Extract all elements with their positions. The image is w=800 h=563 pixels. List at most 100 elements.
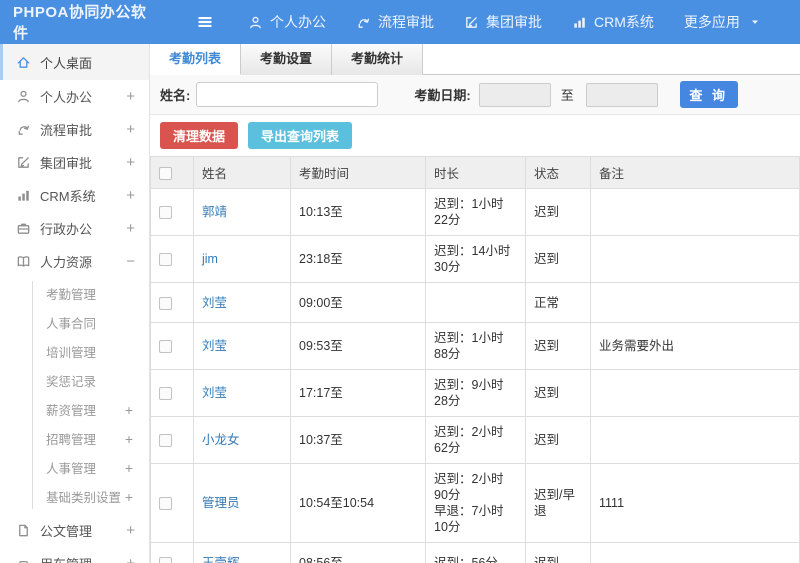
- duration-cell: 迟到：2小时90分 早退：7小时10分: [425, 463, 526, 543]
- row-checkbox-cell: [150, 322, 194, 370]
- tab-考勤统计[interactable]: 考勤统计: [332, 44, 424, 75]
- export-list-button[interactable]: 导出查询列表: [248, 122, 353, 149]
- status-cell: 迟到/早退: [525, 463, 591, 543]
- sidebar-subitem[interactable]: 人事合同: [0, 308, 149, 337]
- name-link[interactable]: 刘莹: [202, 339, 227, 353]
- expand-toggle-icon[interactable]: +: [126, 556, 135, 563]
- sidebar-subitem[interactable]: 人事管理 +: [0, 453, 149, 482]
- sidebar-subitem-label: 奖惩记录: [46, 375, 97, 389]
- tab-考勤设置[interactable]: 考勤设置: [241, 44, 333, 75]
- sidebar-item-label: 集团审批: [40, 156, 93, 171]
- name-input[interactable]: [196, 82, 379, 107]
- duration-line: 迟到：14小时30分: [434, 244, 511, 274]
- status-cell: 正常: [525, 282, 591, 323]
- flow-icon: [16, 122, 31, 137]
- sidebar-subitem-label: 培训管理: [46, 346, 97, 360]
- row-checkbox[interactable]: [159, 556, 172, 563]
- sidebar-item-label: 用车管理: [40, 554, 92, 563]
- duration-line: 迟到：2小时90分: [434, 472, 504, 502]
- sidebar-item[interactable]: CRM系统 +: [0, 179, 149, 212]
- sidebar-item[interactable]: 流程审批 +: [0, 113, 149, 146]
- note-cell: 业务需要外出: [590, 322, 800, 370]
- expand-toggle-icon[interactable]: +: [126, 89, 135, 104]
- row-checkbox[interactable]: [159, 497, 172, 511]
- row-checkbox[interactable]: [159, 340, 172, 354]
- expand-toggle-icon[interactable]: +: [125, 490, 133, 504]
- expand-toggle-icon[interactable]: +: [125, 432, 133, 446]
- table-row: 刘莹 17:17至 迟到：9小时28分 迟到: [150, 369, 800, 417]
- sidebar-item[interactable]: 集团审批 +: [0, 146, 149, 179]
- row-checkbox-cell: [150, 369, 194, 417]
- name-link[interactable]: 刘莹: [202, 296, 227, 310]
- select-all-checkbox[interactable]: [159, 166, 172, 180]
- name-link[interactable]: jim: [202, 252, 218, 266]
- name-link[interactable]: 管理员: [202, 496, 240, 510]
- sidebar-subitem[interactable]: 考勤管理: [0, 279, 149, 308]
- date-from-input[interactable]: [478, 82, 551, 107]
- note-cell: [590, 188, 800, 236]
- edit-icon: [464, 15, 479, 30]
- sidebar-submenu: 考勤管理 人事合同 培训管理 奖惩记录 薪资管理 + 招聘管理 + 人事管理 + 基础类别设置 +: [0, 278, 149, 514]
- car-icon: [16, 556, 31, 563]
- expand-toggle-icon[interactable]: −: [126, 254, 135, 269]
- tab-bar: 考勤列表 考勤设置 考勤统计: [150, 44, 800, 75]
- status-cell: 迟到: [525, 188, 591, 236]
- date-to-input[interactable]: [585, 82, 658, 107]
- table-row: 管理员 10:54至10:54 迟到：2小时90分 早退：7小时10分 迟到/早退 111…: [150, 463, 800, 543]
- name-link[interactable]: 小龙女: [202, 433, 240, 447]
- sidebar-item[interactable]: 个人桌面: [0, 44, 149, 80]
- name-link[interactable]: 王壹辉: [202, 556, 240, 563]
- sidebar-subitem-label: 人事管理: [46, 462, 97, 476]
- topnav-item[interactable]: 更多应用: [684, 12, 761, 32]
- status-cell: 迟到: [525, 322, 591, 370]
- topnav-item[interactable]: 流程审批: [356, 12, 434, 32]
- expand-toggle-icon[interactable]: +: [126, 122, 135, 137]
- note-cell: 1111: [590, 463, 800, 543]
- row-checkbox[interactable]: [159, 253, 172, 267]
- table-row: 王壹辉 08:56至 迟到：56分 迟到: [150, 542, 800, 563]
- sidebar-item[interactable]: 个人办公 +: [0, 80, 149, 113]
- sidebar-subitem[interactable]: 奖惩记录: [0, 366, 149, 395]
- sidebar-item-label: 个人桌面: [40, 55, 93, 71]
- sidebar-subitem[interactable]: 基础类别设置 +: [0, 482, 149, 511]
- row-checkbox[interactable]: [159, 387, 172, 401]
- topnav-item-label: 个人办公: [270, 14, 326, 30]
- sidebar-item[interactable]: 行政办公 +: [0, 212, 149, 245]
- sidebar-item[interactable]: 人力资源 −: [0, 245, 149, 278]
- topnav-item[interactable]: 个人办公: [248, 12, 326, 32]
- sidebar-item-label: 行政办公: [40, 222, 93, 237]
- topnav-item[interactable]: 集团审批: [464, 12, 542, 32]
- query-button[interactable]: 查 询: [679, 81, 738, 108]
- expand-toggle-icon[interactable]: +: [125, 461, 133, 475]
- expand-toggle-icon[interactable]: +: [125, 403, 133, 417]
- row-checkbox[interactable]: [159, 296, 172, 310]
- duration-cell: 迟到：1小时22分: [425, 188, 526, 236]
- top-nav: 个人办公 流程审批 集团审批 CRM系统 更多应用: [248, 12, 791, 32]
- table-row: 小龙女 10:37至 迟到：2小时62分 迟到: [150, 416, 800, 464]
- row-checkbox-cell: [150, 542, 194, 563]
- duration-line: 早退：7小时10分: [434, 504, 504, 534]
- sidebar-subitem[interactable]: 培训管理: [0, 337, 149, 366]
- sidebar-subitem[interactable]: 招聘管理 +: [0, 424, 149, 453]
- sidebar-subitem[interactable]: 薪资管理 +: [0, 395, 149, 424]
- name-link[interactable]: 刘莹: [202, 386, 227, 400]
- duration-cell: [425, 282, 526, 323]
- expand-toggle-icon[interactable]: +: [126, 188, 135, 203]
- expand-toggle-icon[interactable]: +: [126, 221, 135, 236]
- topnav-item[interactable]: CRM系统: [572, 12, 654, 32]
- row-checkbox[interactable]: [159, 434, 172, 448]
- expand-toggle-icon[interactable]: +: [126, 523, 135, 538]
- clear-data-button[interactable]: 清理数据: [160, 122, 239, 149]
- name-link[interactable]: 郭靖: [202, 205, 227, 219]
- name-cell: 王壹辉: [193, 542, 291, 563]
- duration-cell: 迟到：2小时62分: [425, 416, 526, 464]
- expand-toggle-icon[interactable]: +: [126, 155, 135, 170]
- sidebar-item[interactable]: 用车管理 +: [0, 547, 149, 563]
- sidebar-item[interactable]: 公文管理 +: [0, 514, 149, 547]
- menu-icon[interactable]: [196, 13, 214, 31]
- briefcase-icon: [16, 221, 31, 236]
- tab-考勤列表[interactable]: 考勤列表: [150, 44, 242, 75]
- row-checkbox[interactable]: [159, 206, 172, 220]
- sidebar: 个人桌面 个人办公 + 流程审批 + 集团审批 + CRM系统 + 行政办公 + 人力资源 − 考勤管理人…: [0, 44, 150, 563]
- sidebar-item-label: 公文管理: [40, 524, 93, 539]
